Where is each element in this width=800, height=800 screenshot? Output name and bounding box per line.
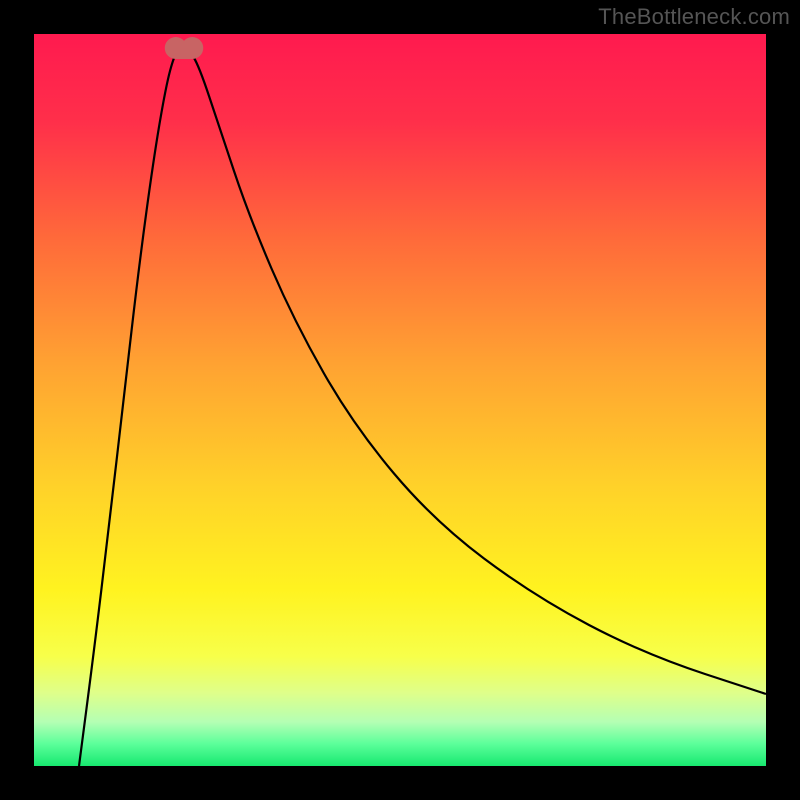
dip-marker — [165, 37, 204, 59]
curve-layer — [34, 34, 766, 766]
right-branch-curve — [188, 48, 766, 694]
plot-frame — [34, 34, 766, 766]
watermark-text: TheBottleneck.com — [598, 4, 790, 30]
left-branch-curve — [79, 48, 180, 766]
